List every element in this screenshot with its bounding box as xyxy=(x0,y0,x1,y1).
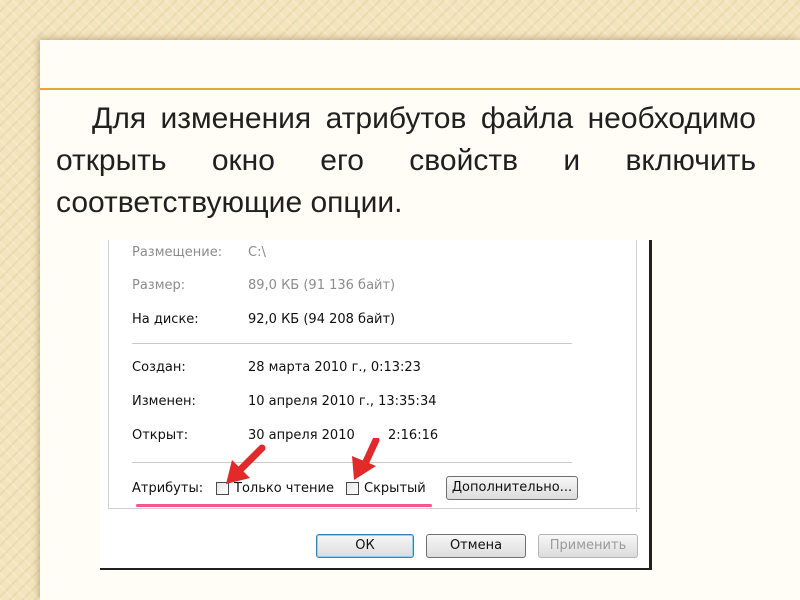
dialog-panel-bottom-edge xyxy=(108,508,640,509)
location-label: Размещение: xyxy=(132,245,223,260)
separator xyxy=(132,343,572,344)
attributes-label: Атрибуты: xyxy=(132,481,204,496)
created-label: Создан: xyxy=(132,360,186,375)
disk-size-value: 92,0 КБ (94 208 байт) xyxy=(248,312,396,327)
hidden-checkbox[interactable] xyxy=(346,482,359,495)
red-arrow-icon xyxy=(352,438,380,480)
size-value: 89,0 КБ (91 136 байт) xyxy=(248,278,396,293)
cancel-button[interactable]: Отмена xyxy=(426,534,526,558)
file-properties-dialog: Размещение: C:\ Размер: 89,0 КБ (91 136 … xyxy=(100,240,652,570)
location-value: C:\ xyxy=(248,245,266,260)
title-divider xyxy=(40,88,800,90)
accessed-time: 2:16:16 xyxy=(388,428,439,443)
accessed-label: Открыт: xyxy=(132,428,189,443)
modified-label: Изменен: xyxy=(132,394,196,409)
created-value: 28 марта 2010 г., 0:13:23 xyxy=(248,360,421,375)
slide-text: Для изменения атрибутов файла необходимо… xyxy=(56,102,756,219)
advanced-button[interactable]: Дополнительно... xyxy=(446,476,578,500)
red-arrow-icon xyxy=(226,444,266,484)
disk-size-label: На диске: xyxy=(132,312,199,327)
ok-button[interactable]: ОК xyxy=(316,534,414,558)
dialog-panel-right-edge xyxy=(636,240,637,512)
highlight-underline xyxy=(136,504,432,507)
modified-value: 10 апреля 2010 г., 13:35:34 xyxy=(248,394,437,409)
size-label: Размер: xyxy=(132,278,186,293)
accessed-value: 30 апреля 2010 xyxy=(248,428,355,443)
apply-button[interactable]: Применить xyxy=(538,534,638,558)
dialog-panel-left-edge xyxy=(108,240,109,508)
